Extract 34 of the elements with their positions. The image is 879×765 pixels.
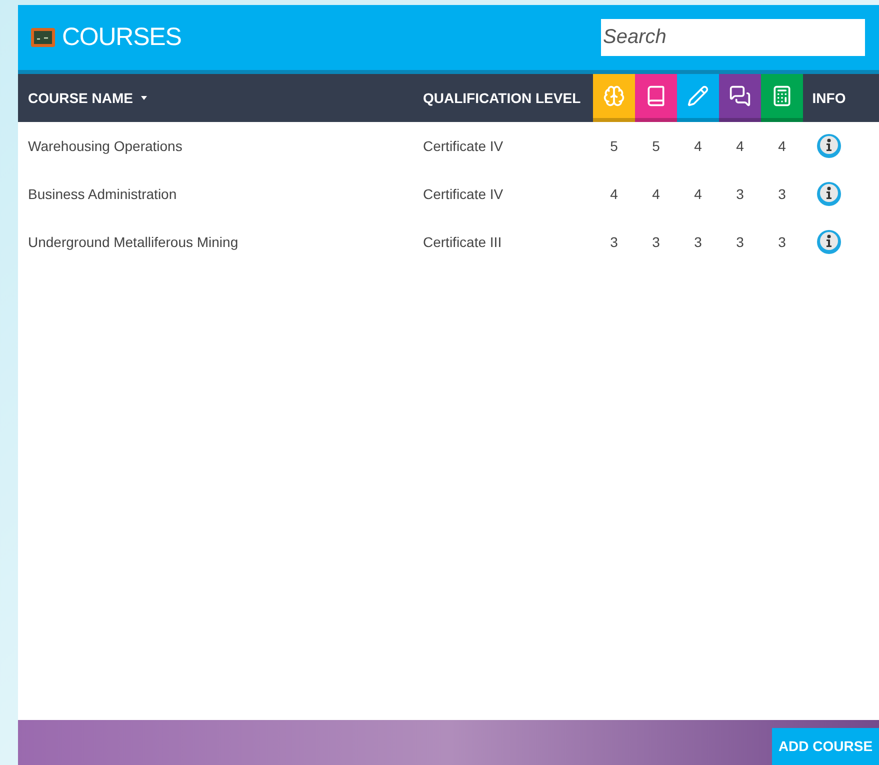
pencil-icon bbox=[687, 85, 709, 107]
qualification-level: Certificate III bbox=[423, 232, 503, 252]
score: 3 bbox=[736, 184, 744, 204]
score: 3 bbox=[610, 232, 618, 252]
score: 4 bbox=[694, 184, 702, 204]
score: 4 bbox=[736, 136, 744, 156]
score: 3 bbox=[694, 232, 702, 252]
calculator-icon bbox=[771, 85, 793, 107]
chat-icon bbox=[729, 85, 751, 107]
score: 5 bbox=[610, 136, 618, 156]
score: 5 bbox=[652, 136, 660, 156]
info-icon[interactable] bbox=[816, 181, 842, 207]
score: 4 bbox=[694, 136, 702, 156]
chalkboard-icon bbox=[30, 26, 56, 48]
course-name: Business Administration bbox=[27, 184, 178, 204]
column-header: INFO bbox=[812, 88, 846, 108]
score: 3 bbox=[736, 232, 744, 252]
column-header[interactable]: QUALIFICATION LEVEL bbox=[423, 88, 581, 108]
score: 3 bbox=[652, 232, 660, 252]
qualification-level: Certificate IV bbox=[423, 184, 504, 204]
search-field[interactable]: Search bbox=[601, 19, 865, 56]
info-icon[interactable] bbox=[816, 133, 842, 159]
score: 3 bbox=[778, 184, 786, 204]
course-name: Warehousing Operations bbox=[27, 136, 184, 156]
course-name: Underground Metalliferous Mining bbox=[27, 232, 240, 252]
score: 3 bbox=[778, 232, 786, 252]
page-title: COURSES bbox=[62, 22, 182, 53]
score: 4 bbox=[778, 136, 786, 156]
score: 4 bbox=[652, 184, 660, 204]
info-icon[interactable] bbox=[816, 229, 842, 255]
book-icon bbox=[645, 85, 667, 107]
score: 4 bbox=[610, 184, 618, 204]
column-header[interactable]: COURSE NAME bbox=[28, 88, 134, 108]
qualification-level: Certificate IV bbox=[423, 136, 504, 156]
